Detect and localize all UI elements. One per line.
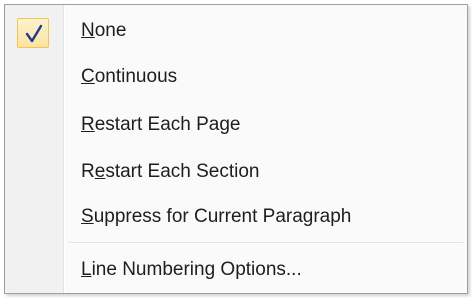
menu-item-label: Restart Each Section — [81, 161, 260, 182]
line-numbers-menu: None Continuous Restart Each Page Restar… — [4, 4, 468, 294]
menu-item-label: Suppress for Current Paragraph — [81, 206, 352, 227]
menu-item-label: None — [81, 20, 127, 41]
menu-item-label: Line Numbering Options... — [81, 259, 302, 280]
menu-item-line-numbering-options[interactable]: Line Numbering Options... — [5, 248, 467, 292]
menu-item-restart-each-section[interactable]: Restart Each Section — [5, 150, 467, 194]
menu-item-label: Continuous — [81, 66, 178, 87]
menu-item-suppress-for-current-paragraph[interactable]: Suppress for Current Paragraph — [5, 195, 467, 239]
check-highlight — [17, 18, 49, 48]
menu-item-label: Restart Each Page — [81, 114, 241, 135]
menu-item-restart-each-page[interactable]: Restart Each Page — [5, 103, 467, 147]
menu-item-none[interactable]: None — [5, 9, 467, 53]
menu-item-continuous[interactable]: Continuous — [5, 55, 467, 99]
check-icon — [25, 24, 43, 43]
